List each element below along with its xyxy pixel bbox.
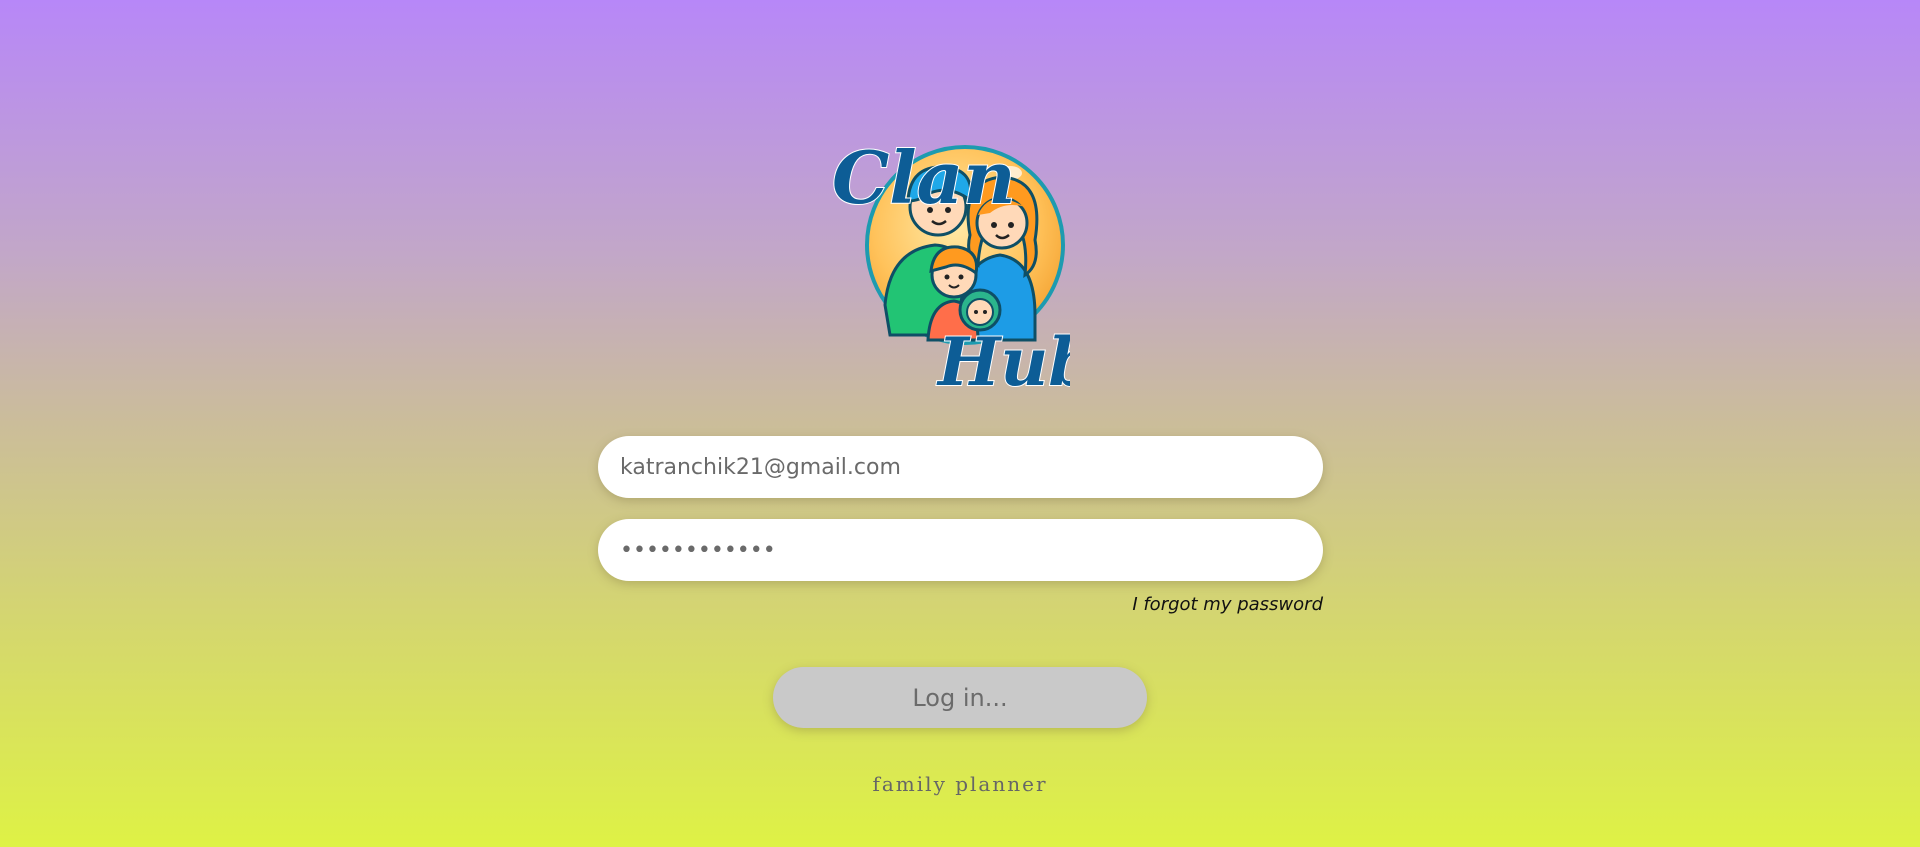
email-field[interactable] [598,436,1323,498]
family-icon: Clan Hub [831,134,1070,395]
password-input[interactable] [620,537,1301,563]
forgot-password-link[interactable]: I forgot my password [1132,594,1323,615]
email-input[interactable] [620,454,1301,480]
tagline: family planner [872,772,1048,796]
svg-text:Clan: Clan [832,135,1016,220]
password-field[interactable] [598,519,1323,581]
clan-hub-logo: Clan Hub [830,115,1070,395]
svg-text:Hub: Hub [936,323,1070,395]
login-button[interactable]: Log in... [773,667,1147,728]
